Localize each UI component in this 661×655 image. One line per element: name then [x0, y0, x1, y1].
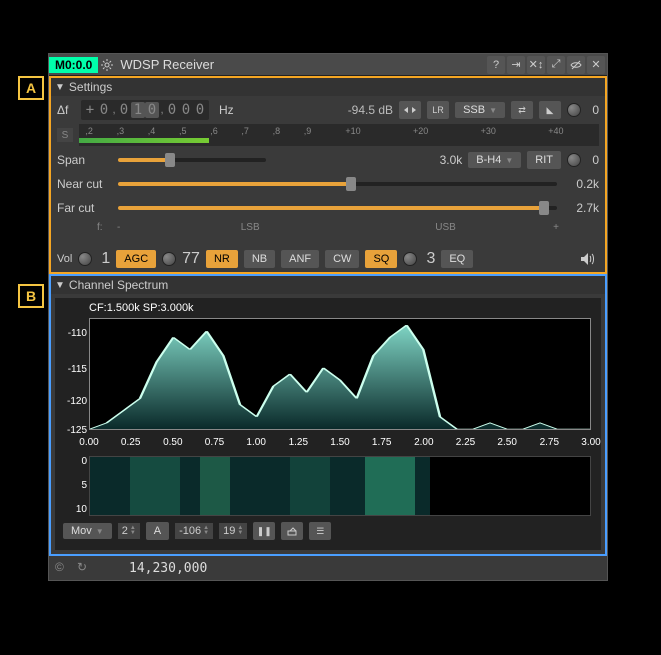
freq-digits[interactable]: + 0 , 0 1 0 , 0 0 0	[81, 100, 209, 120]
nb-button[interactable]: NB	[244, 250, 275, 268]
callout-a: A	[18, 76, 44, 100]
eq-button[interactable]: EQ	[441, 250, 473, 268]
settings-header[interactable]: ▼ Settings	[51, 78, 605, 96]
titlebar: M0:0.0 WDSP Receiver ? ⇥ ✕↕ ⤢ ✕	[49, 54, 607, 76]
waterfall-chart: 0 5 10	[59, 456, 597, 516]
pointer-icon[interactable]: ◣	[539, 101, 561, 119]
farcut-slider[interactable]	[118, 206, 557, 210]
s-button[interactable]: S	[57, 128, 73, 142]
hide-icon[interactable]	[567, 56, 585, 74]
spectrum-controls: Mov▼ 2▲▼ A -106▲▼ 19▲▼ ❚❚ ☰	[59, 516, 597, 546]
cw-button[interactable]: CW	[325, 250, 359, 268]
nr-button[interactable]: NR	[206, 250, 238, 268]
settings-section: ▼ Settings Δf + 0 , 0 1 0 , 0 0 0 Hz	[49, 76, 607, 274]
expand-icon[interactable]: ⤢	[547, 56, 565, 74]
freq-unit: Hz	[215, 103, 234, 117]
span-row: Span 3.0k B-H4▼ RIT 0	[57, 150, 599, 170]
balance-icon[interactable]	[399, 101, 421, 119]
window-title: WDSP Receiver	[116, 57, 487, 72]
menu-icon[interactable]: ☰	[309, 522, 331, 540]
controls-row: Vol 1 AGC 77 NR NB ANF CW SQ 3 EQ	[51, 246, 605, 272]
agc-knob[interactable]	[162, 252, 176, 266]
sq-value: 3	[423, 250, 435, 268]
chevron-down-icon: ▼	[55, 280, 65, 291]
nearcut-label: Near cut	[57, 177, 112, 191]
range-spin[interactable]: 19▲▼	[219, 523, 247, 539]
close-icon[interactable]: ✕	[587, 56, 605, 74]
waterfall-plot[interactable]	[89, 456, 591, 516]
footer: © ↻ 14,230,000	[49, 556, 607, 580]
nearcut-value: 0.2k	[563, 177, 599, 191]
agc-button[interactable]: AGC	[116, 250, 156, 268]
refresh-icon[interactable]: ↻	[77, 560, 93, 576]
mode-num: 0	[587, 103, 599, 117]
center-frequency[interactable]: 14,230,000	[99, 561, 207, 576]
span-value: 3.0k	[426, 153, 462, 167]
sq-knob[interactable]	[403, 252, 417, 266]
lr-button[interactable]: LR	[427, 101, 449, 119]
spectrum-header[interactable]: ▼ Channel Spectrum	[51, 276, 605, 294]
decim-spin[interactable]: 2▲▼	[118, 523, 140, 539]
swap-icon[interactable]: ⇄	[511, 101, 533, 119]
copyright-icon[interactable]: ©	[55, 560, 71, 576]
a-button[interactable]: A	[146, 522, 169, 540]
farcut-row: Far cut 2.7k	[57, 198, 599, 218]
chevron-down-icon: ▼	[55, 82, 65, 93]
mode-knob[interactable]	[567, 103, 581, 117]
s-meter: ,2 ,3 ,4 ,5 ,6 ,7 ,8 ,9 +10 +20 +30 +40	[79, 124, 599, 146]
receiver-panel: M0:0.0 WDSP Receiver ? ⇥ ✕↕ ⤢ ✕ ▼ Settin…	[48, 53, 608, 581]
span-slider[interactable]	[118, 158, 266, 162]
smeter-row: S ,2 ,3 ,4 ,5 ,6 ,7 ,8 ,9 +10 +20 +30	[57, 124, 599, 146]
level-spin[interactable]: -106▲▼	[175, 523, 213, 539]
rit-value: 0	[587, 153, 599, 167]
vol-knob[interactable]	[78, 252, 92, 266]
speaker-icon[interactable]	[577, 250, 599, 268]
vol-label: Vol	[57, 253, 72, 265]
gear-icon[interactable]	[98, 56, 116, 74]
clear-icon[interactable]	[281, 522, 303, 540]
collapse-icon[interactable]: ✕↕	[527, 56, 545, 74]
pause-icon[interactable]: ❚❚	[253, 522, 275, 540]
db-value: -94.5 dB	[348, 103, 393, 117]
vol-value: 1	[98, 250, 110, 268]
module-id[interactable]: M0:0.0	[49, 57, 98, 73]
callout-b: B	[18, 284, 44, 308]
farcut-value: 2.7k	[563, 201, 599, 215]
freq-delta-label: Δf	[57, 103, 75, 117]
settings-label: Settings	[69, 80, 112, 94]
spectrum-section: ▼ Channel Spectrum CF:1.500k SP:3.000k -…	[49, 274, 607, 556]
span-label: Span	[57, 153, 112, 167]
avg-mode-select[interactable]: Mov▼	[63, 523, 112, 539]
nearcut-slider[interactable]	[118, 182, 557, 186]
spectrum-label: Channel Spectrum	[69, 278, 168, 292]
filter-axis: f: - LSB USB +	[117, 222, 559, 242]
agc-value: 77	[182, 250, 200, 268]
help-icon[interactable]: ?	[487, 56, 505, 74]
mode-select[interactable]: SSB▼	[455, 102, 505, 118]
spectrum-chart: -110 -115 -120 -125 0.00 0.25 0.50 0.75 …	[59, 318, 597, 448]
rit-knob[interactable]	[567, 153, 581, 167]
farcut-label: Far cut	[57, 201, 112, 215]
anf-button[interactable]: ANF	[281, 250, 319, 268]
freq-row: Δf + 0 , 0 1 0 , 0 0 0 Hz -94.5 dB LR	[57, 100, 599, 120]
spectrum-cf-sp: CF:1.500k SP:3.000k	[59, 302, 597, 314]
rit-button[interactable]: RIT	[527, 151, 561, 169]
sq-button[interactable]: SQ	[365, 250, 397, 268]
spectrum-plot[interactable]	[89, 318, 591, 430]
bw-select[interactable]: B-H4▼	[468, 152, 521, 168]
s-meter-bar	[79, 138, 209, 143]
nearcut-row: Near cut 0.2k	[57, 174, 599, 194]
export-icon[interactable]: ⇥	[507, 56, 525, 74]
